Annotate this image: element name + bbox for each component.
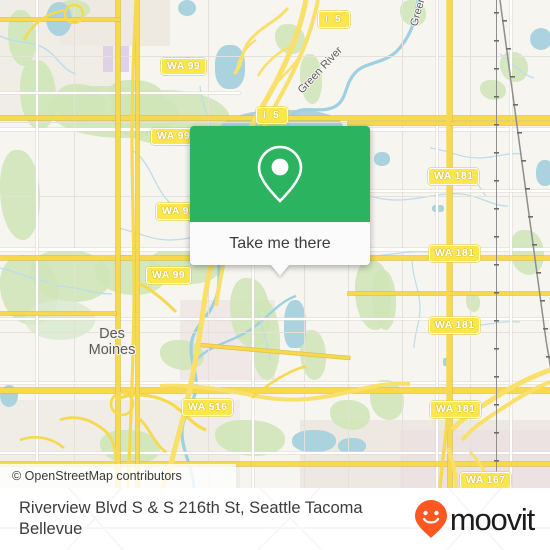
highway-shield-wa99[interactable]: WA 99 (146, 267, 192, 284)
highway-shield-wa181[interactable]: WA 181 (428, 168, 480, 185)
attribution-text: © OpenStreetMap contributors (12, 469, 182, 483)
highway-shield-wa516[interactable]: WA 516 (182, 399, 234, 416)
location-popup-card[interactable]: Take me there (190, 126, 370, 276)
map-canvas[interactable]: Des Moines Green River Green I 5 WA 99 I… (0, 0, 550, 488)
highway-shield-wa99[interactable]: WA 99 (161, 58, 207, 75)
highway-shield-i5[interactable]: I 5 (318, 11, 350, 28)
highway-shield-wa167[interactable]: WA 167 (460, 472, 512, 488)
map-attribution[interactable]: © OpenStreetMap contributors (0, 464, 236, 488)
highway-shield-wa181[interactable]: WA 181 (429, 317, 481, 334)
highway-shield-i5[interactable]: I 5 (256, 107, 288, 124)
moovit-pin-smiley-icon (414, 500, 447, 538)
popup-icon-area (190, 126, 370, 222)
moovit-wordmark: moovit (449, 501, 535, 537)
map-pin-icon (257, 145, 303, 203)
highway-shield-wa181[interactable]: WA 181 (429, 245, 481, 262)
popup-tail (271, 265, 289, 276)
popup-cta-area[interactable]: Take me there (190, 222, 370, 276)
footer-bar: Riverview Blvd S & S 216th St, Seattle T… (0, 488, 550, 550)
take-me-there-label: Take me there (229, 234, 331, 252)
page-title: Riverview Blvd S & S 216th St, Seattle T… (19, 499, 363, 538)
highway-shield-wa181[interactable]: WA 181 (430, 401, 482, 418)
moovit-logo[interactable]: moovit (414, 499, 535, 539)
